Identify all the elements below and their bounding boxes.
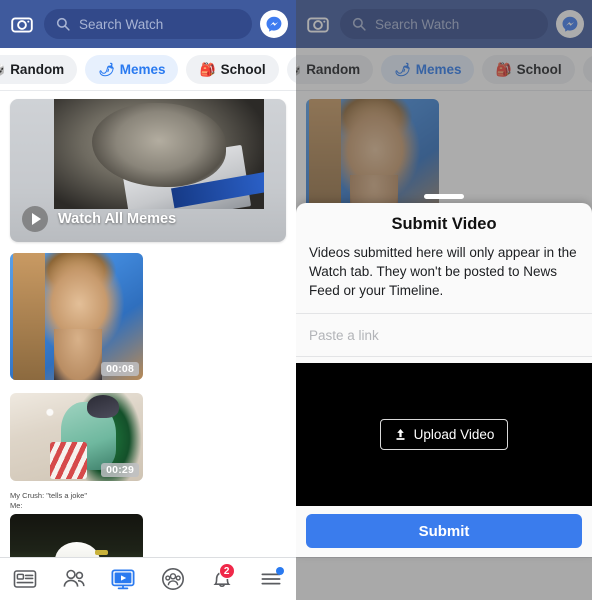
upload-icon [396, 429, 405, 441]
tab-watch[interactable] [99, 558, 148, 600]
video-duration: 00:29 [101, 463, 139, 477]
video-thumb-christmas[interactable]: 00:29 [10, 390, 143, 481]
tab-news-feed[interactable] [0, 558, 49, 600]
watch-feed: Watch All Memes 00:08 00:29 My Crush: "t… [0, 91, 296, 600]
thumbnail-art [10, 253, 143, 380]
camera-icon[interactable] [8, 10, 36, 38]
video-caption: My Crush: "tells a joke" Me: [10, 491, 88, 511]
search-input[interactable]: Search Watch [44, 9, 252, 39]
paste-link-placeholder: Paste a link [309, 327, 379, 343]
bottom-tabbar: 2 [0, 557, 296, 600]
paste-link-input[interactable]: Paste a link [296, 313, 592, 358]
thumbnail[interactable]: 00:29 [10, 393, 143, 481]
watch-icon [111, 569, 135, 590]
groups-icon [161, 568, 184, 590]
tab-notifications[interactable]: 2 [197, 558, 246, 600]
chip-label: Random [10, 61, 65, 77]
right-panel-submit-sheet: Search Watch 🎲 Random 🌶 Memes 🎒 School [296, 0, 592, 600]
sheet-title: Submit Video [391, 215, 497, 233]
backpack-icon: 🎒 [199, 61, 216, 77]
chili-pepper-icon: 🌶 [98, 61, 115, 77]
category-chips: 🎲 Random 🌶 Memes 🎒 School 🎮 [0, 48, 296, 91]
chip-memes[interactable]: 🌶 Memes [85, 54, 179, 84]
submit-button-container: Submit [296, 506, 592, 557]
messenger-bolt-icon [266, 16, 282, 32]
video-grid: 00:08 00:29 My Crush: "tells a joke" Me: [0, 242, 296, 600]
video-thumb-kid[interactable]: 00:08 [10, 250, 143, 380]
search-icon [56, 17, 70, 31]
hero-cat-image [91, 103, 227, 187]
sheet-description: Videos submitted here will only appear i… [309, 245, 577, 299]
left-panel-watch-feed: Search Watch 🎲 Random 🌶 Memes 🎒 School [0, 0, 296, 600]
tab-menu[interactable] [247, 558, 296, 600]
notification-badge: 2 [218, 563, 235, 579]
sheet-drag-handle[interactable] [424, 194, 464, 199]
search-placeholder: Search Watch [79, 16, 164, 32]
chip-random[interactable]: 🎲 Random [0, 54, 78, 84]
chip-school[interactable]: 🎒 School [186, 54, 279, 84]
chip-label: School [220, 61, 266, 77]
hero-overlay: Watch All Memes [10, 196, 286, 242]
dual-panel-screenshot: Search Watch 🎲 Random 🌶 Memes 🎒 School [0, 0, 592, 600]
tab-friends[interactable] [49, 558, 98, 600]
video-duration: 00:08 [101, 362, 139, 376]
video-preview-area[interactable]: Upload Video [296, 363, 592, 506]
hero-video-frame [54, 99, 264, 209]
hero-video-card[interactable]: Watch All Memes [10, 99, 286, 242]
messenger-icon[interactable] [260, 10, 288, 38]
dice-icon: 🎲 [0, 63, 5, 76]
news-feed-icon [13, 570, 36, 588]
app-header: Search Watch [0, 0, 296, 48]
chip-label: Memes [119, 61, 166, 77]
upload-video-label: Upload Video [413, 427, 495, 443]
play-icon[interactable] [22, 206, 48, 232]
submit-button[interactable]: Submit [306, 514, 582, 548]
thumbnail[interactable]: 00:08 [10, 253, 143, 380]
menu-notification-dot [275, 567, 284, 575]
hero-title: Watch All Memes [58, 211, 177, 227]
submit-video-sheet: Submit Video Videos submitted here will … [296, 194, 592, 557]
chip-gaming[interactable]: 🎮 [286, 54, 296, 84]
tab-groups[interactable] [148, 558, 197, 600]
friends-icon [63, 569, 85, 587]
upload-video-button[interactable]: Upload Video [379, 419, 509, 451]
